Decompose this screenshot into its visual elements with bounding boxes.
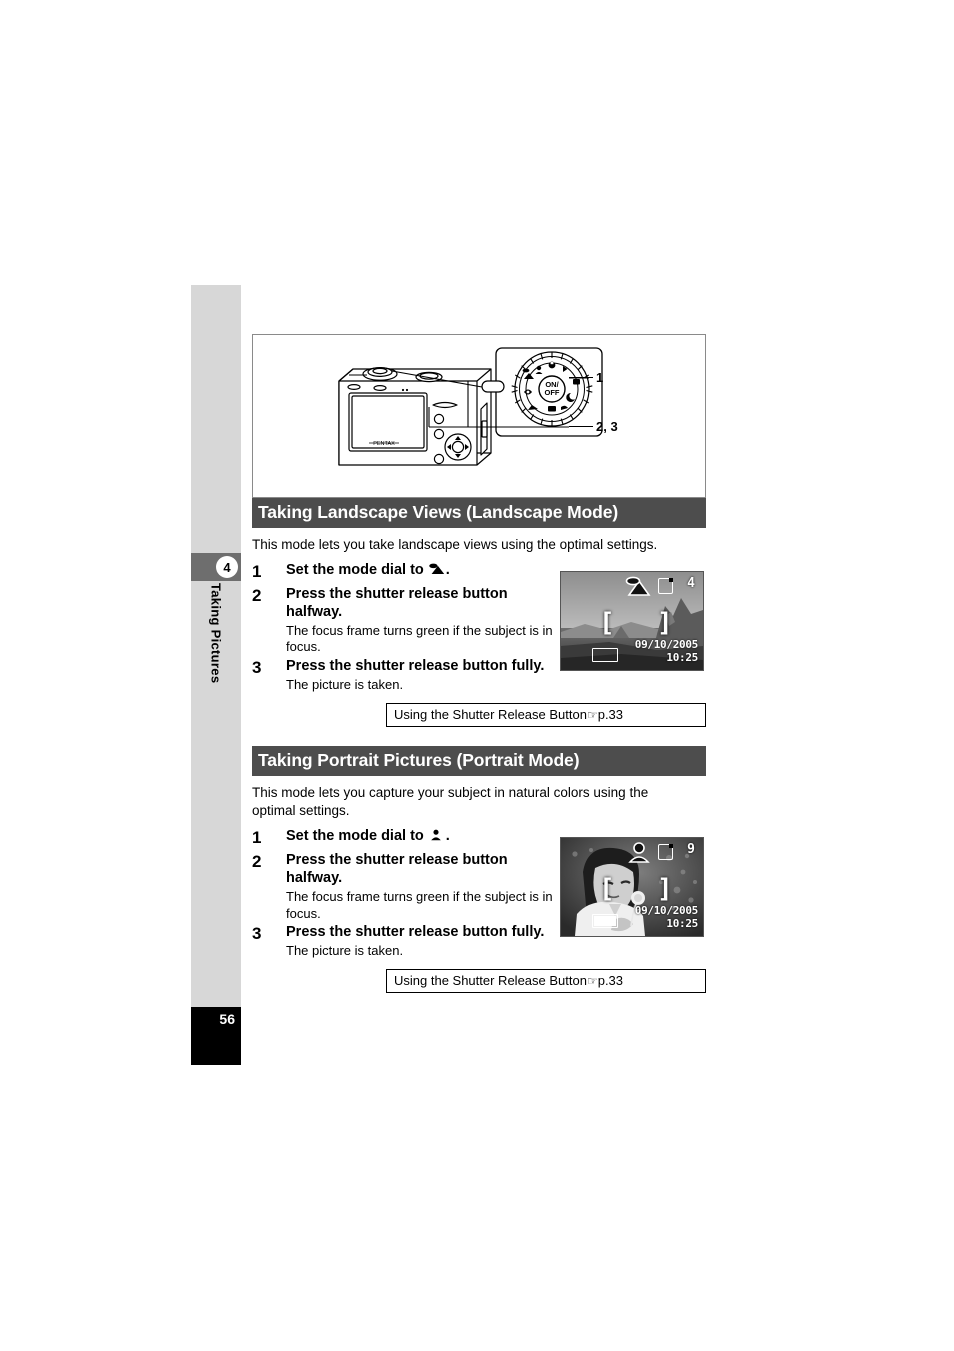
reference-page: p.33 <box>597 707 624 723</box>
pointing-hand-icon: ☞ <box>586 708 598 723</box>
section-heading-portrait: Taking Portrait Pictures (Portrait Mode) <box>252 746 706 777</box>
step-title: Set the mode dial to . <box>286 561 554 580</box>
step-description: The picture is taken. <box>286 676 404 692</box>
step-title-suffix: . <box>445 561 450 578</box>
step-number: 2 <box>252 585 262 605</box>
lcd-landscape-datetime: 09/10/2005 10:25 <box>634 638 699 664</box>
page-number: 56 <box>219 1011 235 1027</box>
lcd-preview-landscape: 4 [ ] 09/10/2005 10:25 <box>560 570 704 671</box>
lcd-landscape-time: 10:25 <box>666 650 698 664</box>
focus-bracket-left: [ <box>599 607 615 638</box>
reference-box-landscape[interactable]: Using the Shutter Release Button☞p.33 <box>386 703 706 728</box>
section-portrait: Taking Portrait Pictures (Portrait Mode)… <box>252 746 708 994</box>
step-title-suffix: . <box>445 827 450 844</box>
callout-leader-1 <box>569 377 593 378</box>
section-intro-portrait: This mode lets you capture your subject … <box>252 785 649 819</box>
chapter-number: 4 <box>216 556 238 578</box>
section-landscape: Taking Landscape Views (Landscape Mode) … <box>252 498 708 728</box>
page-footer: 56 <box>191 1007 241 1065</box>
section-intro-landscape: This mode lets you take landscape views … <box>252 537 658 552</box>
step-title: Press the shutter release button halfway… <box>286 585 508 621</box>
step-title: Press the shutter release button halfway… <box>286 851 508 887</box>
callout-leader-2-3 <box>569 426 593 427</box>
focus-bracket-right: ] <box>657 873 673 904</box>
chapter-badge: 4 <box>191 553 241 581</box>
lcd-landscape-osd: 4 [ ] 09/10/2005 10:25 <box>561 572 703 670</box>
battery-icon <box>592 647 618 662</box>
step-number: 3 <box>252 924 262 944</box>
lcd-landscape-shot-count: 4 <box>687 575 695 591</box>
reference-page: p.33 <box>597 973 624 989</box>
focus-bracket-right: ] <box>657 607 673 638</box>
lcd-preview-portrait: 9 [ ] 09/10/2005 10:25 <box>560 836 704 937</box>
camera-brand-label: PENTAX <box>373 441 395 447</box>
step-title: Press the shutter release button fully. <box>286 924 545 941</box>
step-title: Set the mode dial to . <box>286 827 554 846</box>
step-title: Press the shutter release button fully. <box>286 658 545 675</box>
callout-label-2-3: 2, 3 <box>596 419 618 434</box>
battery-icon <box>592 913 618 928</box>
lcd-landscape-date: 09/10/2005 <box>634 638 699 652</box>
lcd-portrait-datetime: 09/10/2005 10:25 <box>634 904 699 930</box>
sd-card-icon <box>658 843 673 860</box>
step-description: The focus frame turns green if the subje… <box>286 622 553 655</box>
lcd-portrait-shot-count: 9 <box>687 841 695 857</box>
lcd-portrait-date: 09/10/2005 <box>634 904 699 918</box>
chapter-label-text: Taking Pictures <box>208 583 224 684</box>
section-heading-landscape: Taking Landscape Views (Landscape Mode) <box>252 498 706 528</box>
focus-bracket-left: [ <box>599 873 615 904</box>
reference-text: Using the Shutter Release Button <box>394 973 587 989</box>
step-description: The picture is taken. <box>286 942 404 958</box>
landscape-mode-icon <box>625 576 651 596</box>
step-number: 1 <box>252 561 262 581</box>
reference-text: Using the Shutter Release Button <box>394 707 587 723</box>
step-title-text: Set the mode dial to <box>286 827 424 844</box>
step-number: 1 <box>252 827 262 847</box>
portrait-mode-icon <box>428 828 446 842</box>
mode-dial-inset: ON/ OFF <box>481 347 603 437</box>
pointing-hand-icon: ☞ <box>586 974 598 989</box>
step-description: The focus frame turns green if the subje… <box>286 888 553 921</box>
sd-card-icon <box>658 577 673 594</box>
camera-illustration-figure: PENTAX ON/ OFF 1 2, 3 <box>252 334 706 498</box>
dial-off-label: OFF <box>545 388 560 397</box>
step-title-text: Set the mode dial to <box>286 561 424 578</box>
chapter-label: Taking Pictures <box>191 583 241 803</box>
camera-illustration: PENTAX ON/ OFF <box>338 347 603 466</box>
steps-landscape: 4 [ ] 09/10/2005 10:25 1 Set the mode di… <box>252 561 708 693</box>
portrait-mode-icon <box>628 842 650 863</box>
callout-label-1: 1 <box>596 370 604 385</box>
step-number: 3 <box>252 658 262 678</box>
page-content: PENTAX ON/ OFF 1 2, 3 Taking Landscape V… <box>252 285 708 994</box>
landscape-mode-icon <box>428 562 446 576</box>
lcd-portrait-osd: 9 [ ] 09/10/2005 10:25 <box>561 838 703 936</box>
step-number: 2 <box>252 851 262 871</box>
reference-box-portrait[interactable]: Using the Shutter Release Button☞p.33 <box>386 969 706 994</box>
lcd-portrait-time: 10:25 <box>666 916 698 930</box>
steps-portrait: 9 [ ] 09/10/2005 10:25 1 Set the mode di… <box>252 827 708 959</box>
